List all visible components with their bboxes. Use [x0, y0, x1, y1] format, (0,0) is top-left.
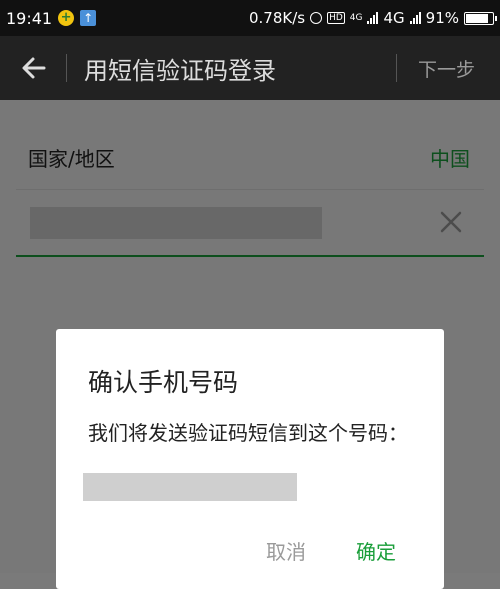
- next-step-button[interactable]: 下一步: [418, 55, 475, 82]
- app-notification-icon: +: [58, 10, 75, 26]
- status-right: 0.78K/s HD 4G 4G 91%: [248, 0, 497, 36]
- page-title: 用短信验证码登录: [84, 57, 276, 85]
- status-time: 19:41: [6, 8, 53, 28]
- alarm-icon: [310, 12, 323, 24]
- confirm-button[interactable]: 确定: [356, 536, 396, 565]
- title-bar: 用短信验证码登录 下一步: [0, 36, 500, 100]
- redacted-phone-number: [83, 473, 297, 501]
- cancel-button[interactable]: 取消: [266, 536, 306, 565]
- small-4g-label: 4G: [349, 12, 363, 23]
- network-speed: 0.78K/s: [248, 9, 306, 27]
- title-divider: [66, 54, 67, 82]
- status-bar: 19:41 + ↑ 0.78K/s HD 4G 4G 91%: [0, 0, 500, 36]
- battery-fill: [466, 13, 488, 23]
- hd-icon: HD: [327, 12, 345, 24]
- status-left: 19:41 + ↑: [6, 8, 97, 28]
- network-type: 4G: [383, 9, 405, 27]
- battery-percent: 91%: [425, 9, 459, 27]
- signal-icon: [367, 12, 379, 24]
- confirm-phone-dialog: 确认手机号码 我们将发送验证码短信到这个号码： 取消 确定: [56, 329, 444, 589]
- battery-icon: [464, 11, 497, 25]
- signal-icon-2: [409, 12, 421, 24]
- back-arrow-icon[interactable]: [18, 52, 50, 84]
- upload-notification-icon: ↑: [80, 10, 97, 26]
- dialog-title: 确认手机号码: [88, 368, 239, 397]
- next-divider: [396, 54, 397, 82]
- dialog-message: 我们将发送验证码短信到这个号码：: [88, 421, 408, 445]
